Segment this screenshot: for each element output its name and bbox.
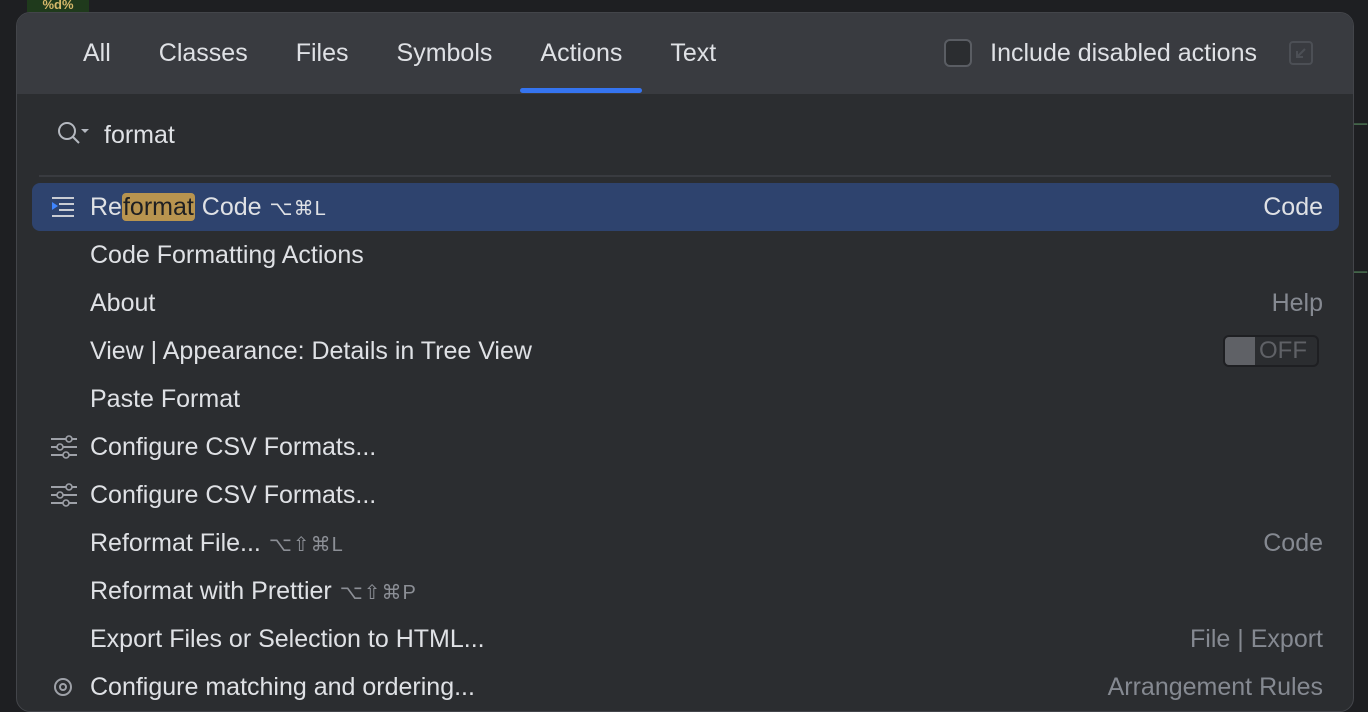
result-label: Reformat with Prettier ⌥⇧⌘P	[90, 576, 417, 605]
popup-header: All Classes Files Symbols Actions Text I…	[17, 13, 1353, 95]
open-in-tool-window-icon[interactable]	[1289, 41, 1313, 65]
editor-code-fragment: _r	[1354, 248, 1368, 273]
result-label: Reformat File... ⌥⇧⌘L	[90, 528, 344, 557]
editor-code-fragment: _r	[1354, 100, 1368, 125]
result-row[interactable]: Configure CSV Formats...	[32, 423, 1339, 471]
result-category: File | Export	[1190, 624, 1323, 653]
include-disabled-checkbox[interactable]	[944, 39, 973, 67]
gear-icon	[50, 675, 76, 699]
result-label: Code Formatting Actions	[90, 240, 364, 269]
include-disabled-label[interactable]: Include disabled actions	[990, 39, 1257, 68]
result-row[interactable]: Reformat File... ⌥⇧⌘L Code	[32, 519, 1339, 567]
toggle-knob	[1225, 337, 1255, 365]
tab-all[interactable]: All	[63, 13, 131, 94]
result-label: View | Appearance: Details in Tree View	[90, 336, 532, 365]
result-label: Export Files or Selection to HTML...	[90, 624, 485, 653]
editor-badge: %d%	[27, 0, 89, 12]
result-row[interactable]: Reformat Code ⌥⌘L Code	[32, 183, 1339, 231]
tab-actions[interactable]: Actions	[520, 13, 643, 94]
shortcut-hint: ⌥⇧⌘P	[339, 581, 417, 604]
result-row[interactable]: Configure matching and ordering... Arran…	[32, 663, 1339, 711]
scope-tabs: All Classes Files Symbols Actions Text	[63, 13, 744, 94]
shortcut-hint: ⌥⇧⌘L	[268, 533, 344, 556]
result-category: Code	[1263, 528, 1323, 557]
result-label: Paste Format	[90, 384, 241, 413]
search-everywhere-popup: All Classes Files Symbols Actions Text I…	[16, 12, 1354, 712]
toggle-state: OFF	[1259, 337, 1307, 364]
result-row[interactable]: View | Appearance: Details in Tree View …	[32, 327, 1339, 375]
tab-symbols[interactable]: Symbols	[377, 13, 513, 94]
search-input[interactable]	[104, 115, 1204, 155]
reformat-icon	[50, 195, 76, 219]
match-highlight: format	[121, 192, 195, 221]
tab-classes[interactable]: Classes	[139, 13, 268, 94]
result-label: Configure CSV Formats...	[90, 480, 377, 509]
tab-text[interactable]: Text	[650, 13, 736, 94]
result-row[interactable]: About Help	[32, 279, 1339, 327]
result-category: Arrangement Rules	[1107, 672, 1323, 701]
result-label: Configure matching and ordering...	[90, 672, 475, 701]
settings-sliders-icon	[50, 483, 77, 507]
shortcut-hint: ⌥⌘L	[269, 197, 327, 220]
tab-files[interactable]: Files	[276, 13, 369, 94]
search-icon[interactable]	[57, 121, 93, 154]
result-row[interactable]: Paste Format	[32, 375, 1339, 423]
settings-sliders-icon	[50, 435, 77, 459]
result-label: Reformat Code ⌥⌘L	[90, 192, 327, 221]
results-list: Reformat Code ⌥⌘L Code Code Formatting Ac…	[32, 183, 1339, 711]
result-category: Help	[1271, 288, 1323, 317]
result-category: Code	[1263, 192, 1323, 221]
result-label: Configure CSV Formats...	[90, 432, 377, 461]
result-row[interactable]: Export Files or Selection to HTML... Fil…	[32, 615, 1339, 663]
toggle-switch[interactable]: OFF	[1223, 335, 1319, 367]
result-row[interactable]: Code Formatting Actions	[32, 231, 1339, 279]
search-row	[39, 95, 1331, 177]
result-row[interactable]: Reformat with Prettier ⌥⇧⌘P	[32, 567, 1339, 615]
result-label: About	[90, 288, 156, 317]
result-row[interactable]: Configure CSV Formats...	[32, 471, 1339, 519]
